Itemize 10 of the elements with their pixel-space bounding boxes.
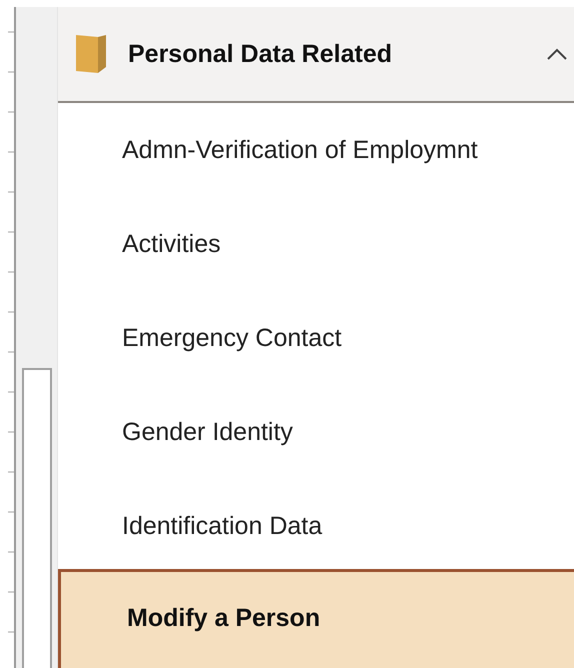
menu-item[interactable]: Admn-Verification of Employmnt bbox=[58, 103, 574, 197]
menu-item[interactable]: Emergency Contact bbox=[58, 291, 574, 385]
scrollbar-thumb[interactable] bbox=[22, 368, 52, 668]
section-header[interactable]: Personal Data Related bbox=[58, 7, 574, 103]
section-title: Personal Data Related bbox=[128, 40, 393, 68]
folder-icon bbox=[74, 33, 108, 75]
menu-item[interactable]: Modify a Person bbox=[58, 569, 574, 668]
menu-item[interactable]: Gender Identity bbox=[58, 385, 574, 479]
menu-item[interactable]: Activities bbox=[58, 197, 574, 291]
chevron-up-icon[interactable] bbox=[546, 47, 568, 61]
